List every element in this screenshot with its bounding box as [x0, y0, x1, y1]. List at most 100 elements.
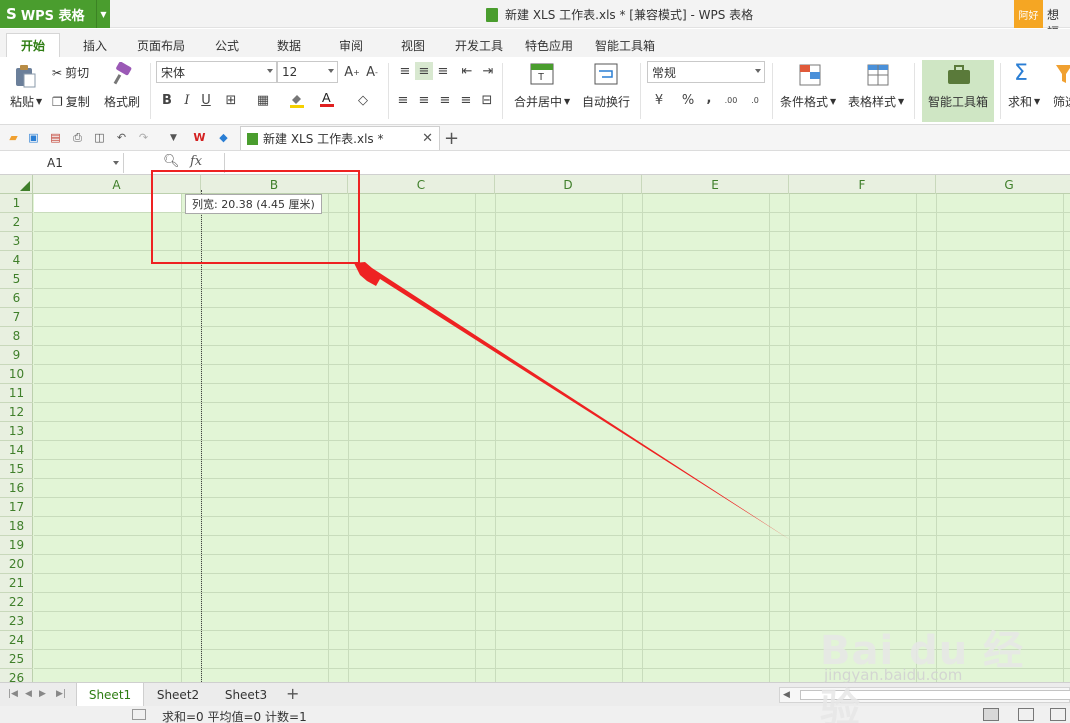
column-header-e[interactable]: E [642, 175, 789, 194]
decrease-indent-icon[interactable]: ⇤ [458, 62, 476, 80]
table-style-button[interactable]: 表格样式 ▼ [848, 93, 904, 110]
tab-insert[interactable]: 插入 [70, 33, 120, 57]
row-header[interactable]: 26 [0, 669, 33, 682]
prev-sheet-icon[interactable]: ◀ [25, 689, 32, 699]
column-header-c[interactable]: C [348, 175, 495, 194]
row-header[interactable]: 8 [0, 327, 33, 346]
row-header[interactable]: 6 [0, 289, 33, 308]
italic-button[interactable]: I [178, 91, 196, 109]
merge-center-icon[interactable]: T [530, 63, 554, 85]
distributed-icon[interactable]: ⊟ [478, 91, 496, 109]
fill-color-icon[interactable] [288, 91, 306, 109]
document-tab[interactable]: 新建 XLS 工作表.xls * ✕ [240, 126, 440, 150]
cell-area[interactable] [34, 194, 1070, 682]
currency-icon[interactable]: ¥ [650, 91, 668, 109]
row-header[interactable]: 3 [0, 232, 33, 251]
align-center-icon[interactable]: ≡ [415, 91, 433, 109]
tab-home[interactable]: 开始 [6, 33, 60, 57]
zoom-icon[interactable]: 🔍︎ [163, 154, 180, 169]
align-top-icon[interactable]: ≡ [396, 62, 414, 80]
row-header[interactable]: 25 [0, 650, 33, 669]
table-style-icon[interactable] [866, 63, 890, 87]
redo-icon[interactable]: ↷ [136, 130, 151, 145]
row-header[interactable]: 18 [0, 517, 33, 536]
row-header[interactable]: 17 [0, 498, 33, 517]
user-avatar[interactable]: 阿好 [1014, 0, 1043, 28]
customize-dropdown-icon[interactable]: ▼ [166, 130, 181, 145]
row-header[interactable]: 16 [0, 479, 33, 498]
paste-button[interactable]: 粘贴 ▼ [10, 93, 42, 110]
app-menu-button[interactable]: S WPS 表格 ▼ [0, 0, 110, 28]
scroll-left-icon[interactable]: ◀ [783, 690, 790, 700]
filter-icon[interactable] [1056, 63, 1070, 85]
horizontal-scrollbar[interactable]: ◀ [779, 687, 1070, 703]
filter-button[interactable]: 筛选 [1053, 93, 1070, 110]
row-header[interactable]: 7 [0, 308, 33, 327]
row-header[interactable]: 9 [0, 346, 33, 365]
increase-font-icon[interactable]: A + [343, 63, 361, 81]
row-header[interactable]: 10 [0, 365, 33, 384]
first-sheet-icon[interactable]: |◀ [8, 689, 18, 699]
column-header-g[interactable]: G [936, 175, 1070, 194]
borders-icon[interactable]: ⊞ [222, 91, 240, 109]
row-header[interactable]: 12 [0, 403, 33, 422]
align-right-icon[interactable]: ≡ [436, 91, 454, 109]
save-icon[interactable]: ▣ [26, 130, 41, 145]
percent-button[interactable]: % [679, 91, 697, 109]
macro-icon[interactable] [132, 709, 146, 720]
sheet-tab-1[interactable]: Sheet1 [76, 683, 144, 706]
sheet-tab-3[interactable]: Sheet3 [212, 683, 280, 706]
row-header[interactable]: 11 [0, 384, 33, 403]
fill-pattern-icon[interactable]: ▦ [254, 91, 272, 109]
tab-data[interactable]: 数据 [266, 33, 312, 57]
format-painter-icon[interactable] [110, 62, 134, 86]
underline-button[interactable]: U [197, 91, 215, 109]
conditional-format-button[interactable]: 条件格式 ▼ [780, 93, 836, 110]
fx-icon[interactable]: fx [190, 154, 202, 169]
row-header[interactable]: 22 [0, 593, 33, 612]
justify-icon[interactable]: ≡ [457, 91, 475, 109]
decrease-font-icon[interactable]: A- [363, 63, 381, 81]
font-color-icon[interactable]: A [318, 90, 336, 108]
tab-developer[interactable]: 开发工具 [448, 33, 510, 57]
column-header-f[interactable]: F [789, 175, 936, 194]
row-header[interactable]: 2 [0, 213, 33, 232]
tab-page-layout[interactable]: 页面布局 [130, 33, 192, 57]
add-sheet-icon[interactable]: + [286, 684, 299, 703]
align-middle-icon[interactable]: ≡ [415, 62, 433, 80]
print-icon[interactable]: ⎙ [70, 130, 85, 145]
bold-button[interactable]: B [158, 91, 176, 109]
comma-button[interactable]: , [700, 89, 718, 107]
row-header[interactable]: 5 [0, 270, 33, 289]
tab-special[interactable]: 特色应用 [518, 33, 580, 57]
undo-icon[interactable]: ↶ [114, 130, 129, 145]
increase-indent-icon[interactable]: ⇥ [479, 62, 497, 80]
close-icon[interactable]: ✕ [422, 131, 433, 146]
cube-icon[interactable]: ◆ [216, 130, 231, 145]
open-folder-icon[interactable]: ▰ [6, 130, 21, 145]
align-bottom-icon[interactable]: ≡ [434, 62, 452, 80]
row-header[interactable]: 20 [0, 555, 33, 574]
tab-review[interactable]: 审阅 [328, 33, 374, 57]
page-break-view-icon[interactable] [1050, 708, 1066, 721]
clear-format-icon[interactable]: ◇ [354, 91, 372, 109]
wps-home-icon[interactable]: W [192, 130, 207, 145]
format-painter-button[interactable]: 格式刷 [104, 93, 140, 110]
font-size-select[interactable]: 12 [277, 61, 338, 83]
row-header[interactable]: 24 [0, 631, 33, 650]
merge-center-button[interactable]: 合并居中 ▼ [514, 93, 570, 110]
wrap-text-icon[interactable] [594, 63, 618, 85]
align-left-icon[interactable]: ≡ [394, 91, 412, 109]
column-header-d[interactable]: D [495, 175, 642, 194]
page-layout-view-icon[interactable] [1018, 708, 1034, 721]
tab-view[interactable]: 视图 [390, 33, 436, 57]
wrap-text-button[interactable]: 自动换行 [582, 93, 630, 110]
tab-formulas[interactable]: 公式 [204, 33, 250, 57]
new-tab-icon[interactable]: + [444, 128, 459, 149]
row-header[interactable]: 23 [0, 612, 33, 631]
row-header[interactable]: 4 [0, 251, 33, 270]
row-header[interactable]: 13 [0, 422, 33, 441]
select-all-corner[interactable] [0, 175, 33, 194]
row-header[interactable]: 19 [0, 536, 33, 555]
decrease-decimal-icon[interactable]: .0 [746, 91, 764, 109]
